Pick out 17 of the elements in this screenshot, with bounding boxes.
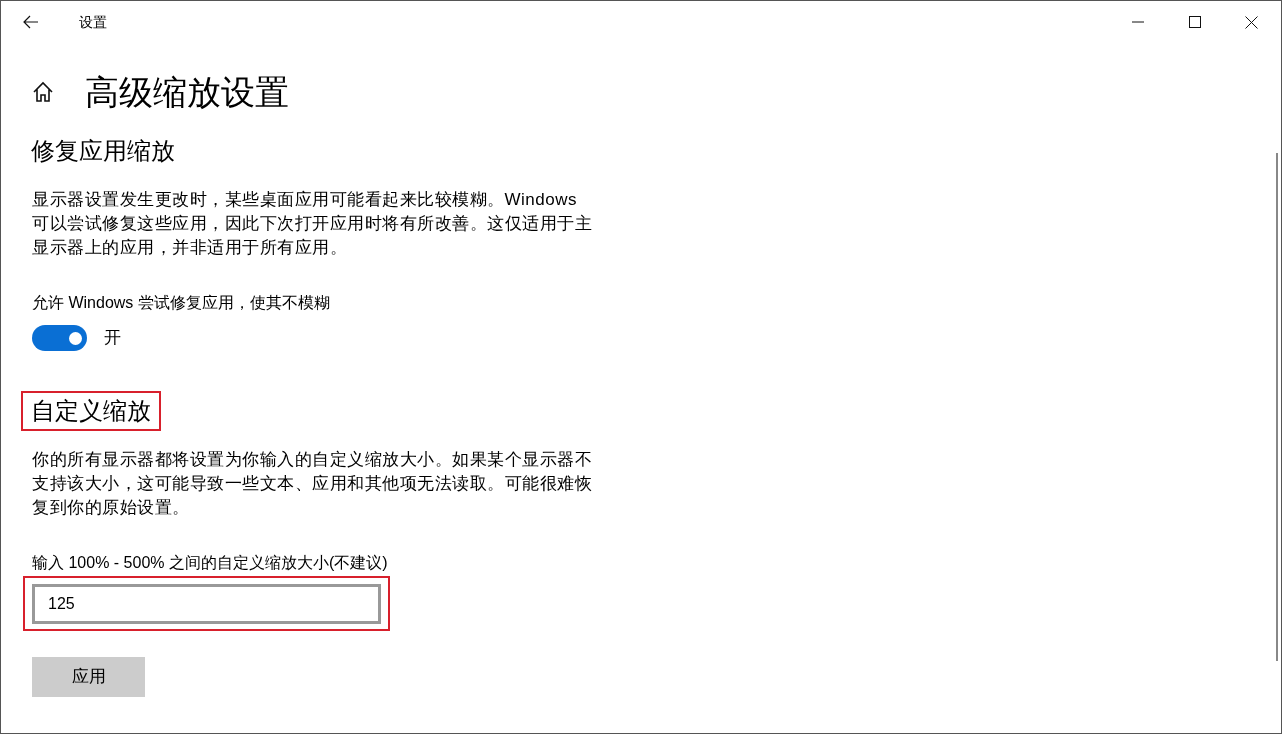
section-heading: 自定义缩放 bbox=[21, 391, 161, 431]
apply-button[interactable]: 应用 bbox=[32, 657, 145, 697]
input-field[interactable]: 125 bbox=[32, 583, 381, 624]
description-text: 显示器设置发生更改时，某些桌面应用可能看起来比较模糊。Windows 可以尝试修复这些应用，因此下次打开应用时将有所改善。这仅适用于主显示器上的应用，并非适用于所有应用。 bbox=[32, 189, 593, 259]
window-title: 设置 bbox=[79, 12, 107, 32]
back-icon bbox=[23, 15, 39, 29]
maximize-icon bbox=[1188, 16, 1201, 28]
toggle-state-text: 开 bbox=[104, 327, 121, 350]
toggle-switch[interactable] bbox=[32, 325, 87, 351]
toggle-label: 允许 Windows 尝试修复应用，使其不模糊 bbox=[32, 293, 331, 313]
minimize-icon bbox=[1131, 21, 1144, 23]
home-icon bbox=[32, 81, 54, 103]
field-label: 输入 100% - 500% 之间的自定义缩放大小(不建议) bbox=[32, 553, 389, 573]
section-heading: 修复应用缩放 bbox=[30, 136, 176, 166]
page-title: 高级缩放设置 bbox=[85, 72, 289, 113]
close-icon bbox=[1245, 15, 1258, 29]
description-text: 你的所有显示器都将设置为你输入的自定义缩放大小。如果某个显示器不支持该大小，这可能导致一些文本、应用和其他项无法读取。可能很难恢复到你的原始设置。 bbox=[32, 449, 593, 519]
